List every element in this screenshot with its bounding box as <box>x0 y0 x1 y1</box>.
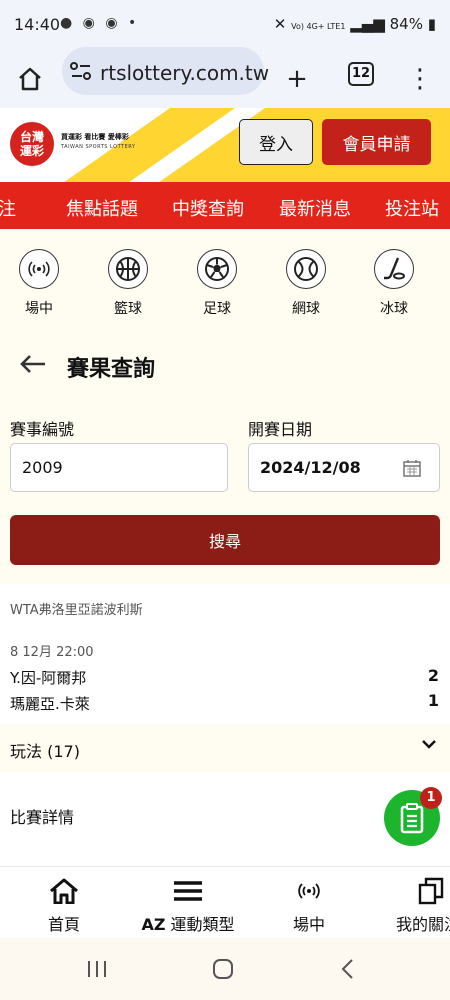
match-details-row[interactable]: 比賽詳情 <box>0 772 450 866</box>
site-header: 台灣運彩 買運彩 看比賽 愛棒彩 TAIWAN SPORTS LOTTERY 登… <box>0 108 450 182</box>
network-label: Vo) 4G+ LTE1 <box>291 22 346 31</box>
bottom-nav: 首頁 AZ 運動類型 場中 我的關注 <box>0 866 450 939</box>
hamburger-menu-icon <box>136 877 240 905</box>
logo-english: TAIWAN SPORTS LOTTERY <box>61 144 136 150</box>
login-button[interactable]: 登入 <box>239 119 313 165</box>
bottom-nav-label: AZ 運動類型 <box>136 911 240 935</box>
battery-label: 84% <box>389 15 423 33</box>
notes-icon <box>400 803 424 834</box>
main-nav: 注 焦點話題 中獎查詢 最新消息 投注站 <box>0 182 450 229</box>
sport-label: 足球 <box>203 301 231 317</box>
sport-label: 冰球 <box>380 301 408 317</box>
bottom-nav-home[interactable]: 首頁 <box>34 877 94 935</box>
tabs-count-button[interactable]: 12 <box>348 62 374 86</box>
match-details-label: 比賽詳情 <box>10 808 75 827</box>
new-tab-icon[interactable]: + <box>278 60 316 98</box>
logo-tagline: 買運彩 看比賽 愛棒彩 <box>61 133 129 141</box>
copy-pages-icon <box>396 877 450 905</box>
date-value: 2024/12/08 <box>260 458 361 477</box>
home-nav-icon[interactable] <box>212 959 234 983</box>
event-number-input[interactable]: 2009 <box>10 443 228 492</box>
sport-label: 網球 <box>292 301 320 317</box>
site-settings-icon[interactable] <box>70 61 92 85</box>
mute-icon: ✕ <box>273 15 287 33</box>
play-types-row[interactable]: 玩法 (17) <box>0 724 450 772</box>
nav-item-prize[interactable]: 中獎查詢 <box>172 195 244 221</box>
battery-icon: ▮ <box>427 15 436 33</box>
sports-type-label: 運動類型 <box>170 915 235 934</box>
notification-icons: ● ◉ ◉ • <box>60 15 140 31</box>
sport-tennis[interactable]: 網球 <box>276 249 336 318</box>
date-label: 開賽日期 <box>248 420 313 439</box>
url-text[interactable]: rtslottery.com.tw <box>100 61 269 85</box>
team-score: 2 <box>427 666 439 685</box>
play-types-label: 玩法 (17) <box>10 742 80 761</box>
event-number-label: 賽事編號 <box>10 420 75 439</box>
back-arrow-icon[interactable] <box>18 349 48 386</box>
team-name: Y.因-阿爾邦 <box>10 669 87 687</box>
nav-item-news[interactable]: 最新消息 <box>279 195 351 221</box>
signal-icon: ▂▄▆ <box>350 15 385 33</box>
more-menu-icon[interactable]: ⋮ <box>401 60 439 98</box>
broadcast-icon <box>279 877 339 905</box>
bottom-nav-label: 場中 <box>292 915 325 934</box>
site-logo[interactable]: 台灣運彩 <box>10 122 54 166</box>
back-nav-icon[interactable] <box>340 959 356 983</box>
status-time: 14:40 <box>14 15 61 34</box>
broadcast-icon <box>19 249 59 289</box>
nav-item-stores[interactable]: 投注站 <box>385 195 439 221</box>
bottom-nav-mine[interactable]: 我的關注 <box>396 877 450 935</box>
search-button[interactable]: 搜尋 <box>10 515 440 565</box>
sport-basketball[interactable]: 籃球 <box>98 249 158 318</box>
sport-ice-hockey[interactable]: 冰球 <box>364 249 424 318</box>
sport-football[interactable]: 足球 <box>187 249 247 318</box>
bottom-nav-label: 首頁 <box>47 915 80 934</box>
bottom-nav-live[interactable]: 場中 <box>279 877 339 935</box>
league-name: WTA弗洛里亞諾波利斯 <box>10 603 143 618</box>
hockey-stick-icon <box>374 249 414 289</box>
sport-label: 場中 <box>25 301 53 317</box>
sport-label: 籃球 <box>114 301 142 317</box>
football-icon <box>197 249 237 289</box>
basketball-icon <box>108 249 148 289</box>
notification-badge: 1 <box>420 787 442 809</box>
nav-item-bet[interactable]: 注 <box>0 195 16 221</box>
tennis-ball-icon <box>286 249 326 289</box>
sport-live[interactable]: 場中 <box>9 249 69 318</box>
android-nav-bar <box>0 938 450 1000</box>
bottom-nav-label: 我的關注 <box>396 915 450 934</box>
sports-row: 場中 籃球 足球 網球 冰球 <box>0 229 450 329</box>
chevron-down-icon <box>420 734 438 758</box>
recent-apps-icon[interactable] <box>86 960 108 982</box>
team-score: 1 <box>427 691 439 710</box>
az-label: AZ <box>141 915 166 934</box>
team-name: 瑪麗亞.卡萊 <box>10 695 90 713</box>
result-card: WTA弗洛里亞諾波利斯 8 12月 22:00 Y.因-阿爾邦 2 瑪麗亞.卡萊… <box>0 584 450 724</box>
home-icon <box>34 877 94 905</box>
match-time: 8 12月 22:00 <box>10 645 94 660</box>
nav-item-focus[interactable]: 焦點話題 <box>66 195 138 221</box>
bottom-nav-sports-type[interactable]: AZ 運動類型 <box>136 877 240 935</box>
home-icon[interactable] <box>11 60 49 98</box>
calendar-icon[interactable] <box>403 459 421 481</box>
status-bar: 14:40 ● ◉ ◉ • ✕ Vo) 4G+ LTE1 ▂▄▆ 84% ▮ <box>0 0 450 50</box>
register-button[interactable]: 會員申請 <box>322 119 431 165</box>
page-title: 賽果查詢 <box>67 357 156 382</box>
status-right: ✕ Vo) 4G+ LTE1 ▂▄▆ 84% ▮ <box>274 15 436 33</box>
